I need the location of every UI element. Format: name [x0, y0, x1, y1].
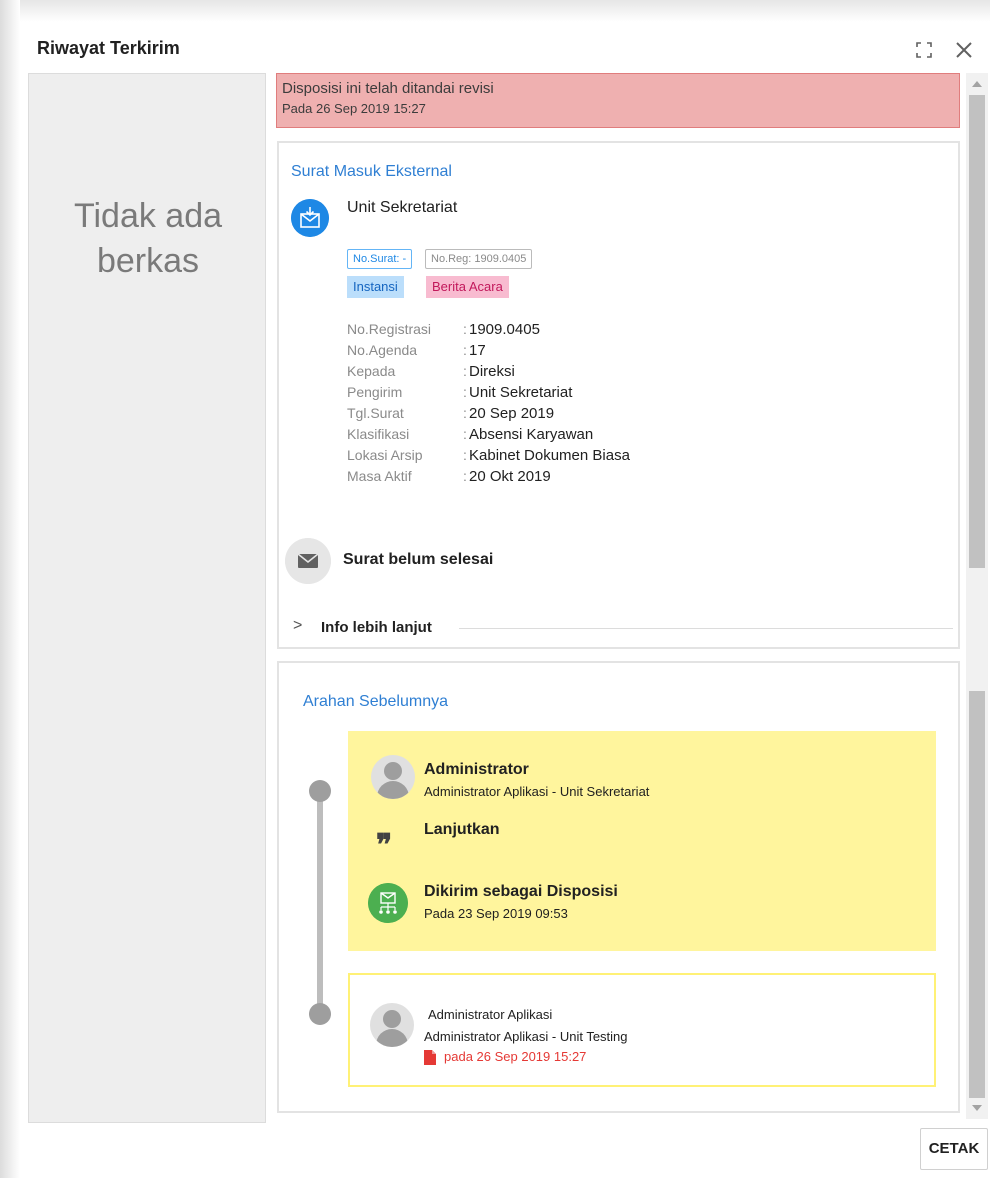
- scroll-thumb[interactable]: [969, 95, 985, 568]
- info-value: 20 Okt 2019: [469, 468, 551, 485]
- fullscreen-icon[interactable]: [914, 40, 934, 60]
- info-key: Klasifikasi: [347, 426, 410, 442]
- tag-berita-acara: Berita Acara: [426, 276, 509, 298]
- info-key: Lokasi Arsip: [347, 447, 423, 463]
- surat-info-list: No.Registrasi : 1909.0405 No.Agenda : 17…: [347, 319, 630, 487]
- no-file-text: Tidak ada berkas: [73, 197, 223, 280]
- revision-banner: Disposisi ini telah ditandai revisi Pada…: [276, 73, 960, 128]
- more-info-label: Info lebih lanjut: [321, 619, 432, 636]
- tag-no-reg: No.Reg: 1909.0405: [425, 249, 533, 269]
- info-value: Unit Sekretariat: [469, 384, 573, 401]
- info-row: Tgl.Surat : 20 Sep 2019: [347, 403, 630, 424]
- info-row: Lokasi Arsip : Kabinet Dokumen Biasa: [347, 445, 630, 466]
- info-key: No.Registrasi: [347, 321, 432, 337]
- tag-no-surat: No.Surat: -: [347, 249, 413, 269]
- avatar: [370, 1003, 414, 1047]
- info-value: 20 Sep 2019: [469, 405, 555, 422]
- revision-title: Disposisi ini telah ditandai revisi: [282, 80, 494, 97]
- scroll-thumb-secondary[interactable]: [969, 691, 985, 1098]
- disposisi-icon: [368, 883, 408, 923]
- arahan-entry-revision: Administrator Aplikasi Administrator Apl…: [348, 973, 936, 1087]
- more-info-toggle[interactable]: > Info lebih lanjut: [293, 617, 953, 639]
- close-icon[interactable]: [952, 38, 976, 62]
- info-row: Masa Aktif : 20 Okt 2019: [347, 466, 630, 487]
- info-value: Absensi Karyawan: [469, 426, 594, 443]
- info-value: 17: [469, 342, 486, 359]
- revision-sender-name: Administrator Aplikasi: [428, 1007, 553, 1022]
- info-value: 1909.0405: [469, 321, 540, 338]
- info-row: Kepada : Direksi: [347, 361, 630, 382]
- file-icon: [424, 1050, 436, 1065]
- revision-date: pada 26 Sep 2019 15:27: [444, 1049, 587, 1064]
- arahan-sender-name: Administrator: [424, 761, 529, 778]
- quote-icon: ❞: [376, 828, 393, 863]
- print-button[interactable]: CETAK: [920, 1128, 988, 1170]
- info-key: Pengirim: [347, 384, 403, 400]
- timeline-dot: [309, 780, 331, 802]
- info-row: Pengirim : Unit Sekretariat: [347, 382, 630, 403]
- revision-sender-role: Administrator Aplikasi - Unit Testing: [424, 1029, 628, 1044]
- arahan-sent-as: Dikirim sebagai Disposisi: [424, 883, 618, 900]
- info-key: Tgl.Surat: [347, 405, 404, 421]
- scroll-up-arrow[interactable]: [972, 81, 982, 87]
- info-row: No.Registrasi : 1909.0405: [347, 319, 630, 340]
- detail-scroll-area: Disposisi ini telah ditandai revisi Pada…: [276, 73, 961, 1119]
- avatar: [371, 755, 415, 799]
- surat-section-title: Surat Masuk Eksternal: [291, 163, 452, 180]
- arahan-card: Arahan Sebelumnya Administrator Administ…: [277, 661, 960, 1113]
- scroll-down-arrow[interactable]: [972, 1105, 982, 1111]
- file-preview-pane: Tidak ada berkas: [28, 73, 266, 1123]
- info-key: No.Agenda: [347, 342, 418, 358]
- info-key: Kepada: [347, 363, 396, 379]
- mail-download-icon: [291, 199, 329, 237]
- info-value: Direksi: [469, 363, 515, 380]
- arahan-instruction: Lanjutkan: [424, 821, 500, 838]
- info-row: Klasifikasi : Absensi Karyawan: [347, 424, 630, 445]
- arahan-section-title: Arahan Sebelumnya: [303, 693, 448, 710]
- topbar-shadow: [0, 0, 990, 22]
- revision-date: Pada 26 Sep 2019 15:27: [282, 101, 426, 116]
- envelope-icon: [285, 538, 331, 584]
- surat-card: Surat Masuk Eksternal Unit Sekretariat N…: [277, 141, 960, 649]
- timeline-dot: [309, 1003, 331, 1025]
- chevron-right-icon: >: [293, 617, 303, 634]
- info-value: Kabinet Dokumen Biasa: [469, 447, 630, 464]
- info-key: Masa Aktif: [347, 468, 412, 484]
- tag-instansi: Instansi: [347, 276, 404, 298]
- info-row: No.Agenda : 17: [347, 340, 630, 361]
- timeline-line: [317, 790, 323, 1012]
- sender-unit: Unit Sekretariat: [347, 199, 458, 216]
- arahan-sender-role: Administrator Aplikasi - Unit Sekretaria…: [424, 784, 650, 799]
- arahan-entry-current: Administrator Administrator Aplikasi - U…: [348, 731, 936, 951]
- dialog-shadow: [0, 0, 20, 1178]
- arahan-sent-date: Pada 23 Sep 2019 09:53: [424, 906, 568, 921]
- vertical-scrollbar[interactable]: [966, 73, 988, 1119]
- surat-status: Surat belum selesai: [343, 551, 494, 568]
- dialog-title: Riwayat Terkirim: [37, 38, 180, 58]
- divider: [459, 628, 953, 629]
